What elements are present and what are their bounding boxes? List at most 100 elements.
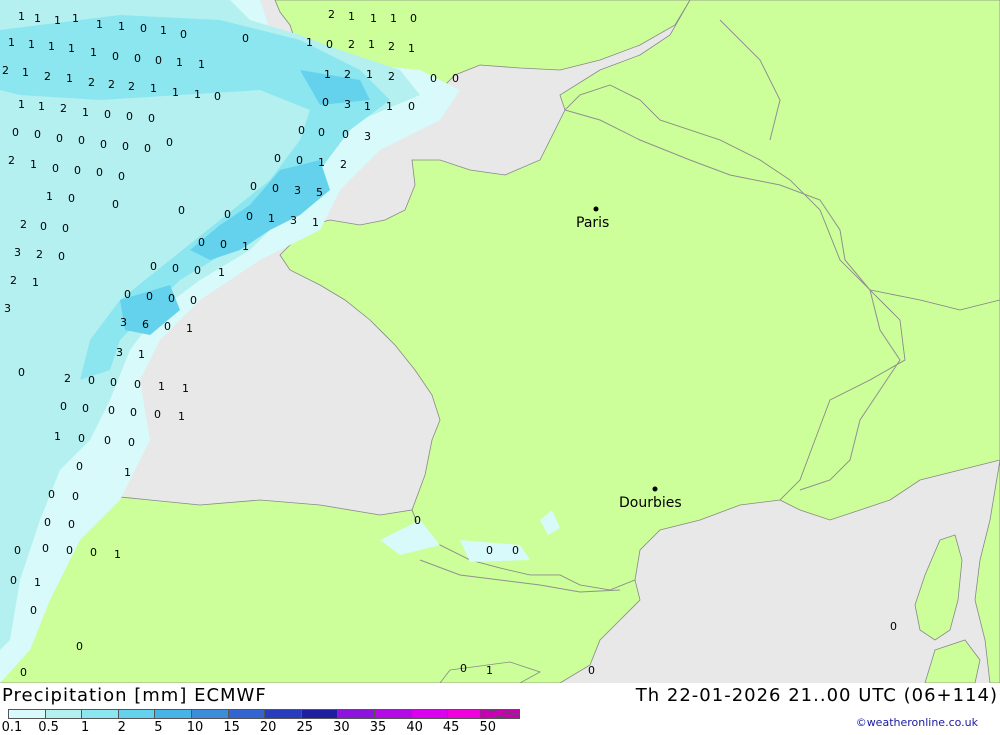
precip-value-label: 1 [124, 466, 131, 479]
legend-swatch [81, 709, 118, 719]
precip-value-label: 0 [52, 162, 59, 175]
precip-value-label: 0 [486, 544, 493, 557]
precip-value-label: 2 [340, 158, 347, 171]
precip-value-label: 0 [180, 28, 187, 41]
precipitation-legend: 0.1 0.5 1 2 5 10 15 20 25 30 35 40 45 50 [2, 709, 521, 735]
precip-value-label: 0 [460, 662, 467, 675]
legend-swatch [117, 709, 155, 719]
precip-value-label: 0 [414, 514, 421, 527]
legend-swatch [190, 709, 228, 719]
precip-value-label: 0 [124, 288, 131, 301]
precip-value-label: 1 [366, 68, 373, 81]
precip-value-label: 0 [140, 22, 147, 35]
precip-value-label: 0 [154, 408, 161, 421]
precip-value-label: 2 [60, 102, 67, 115]
precip-value-label: 0 [66, 544, 73, 557]
precip-value-label: 0 [68, 518, 75, 531]
precip-value-label: 0 [246, 210, 253, 223]
precip-value-label: 2 [36, 248, 43, 261]
precip-value-label: 0 [104, 108, 111, 121]
precip-value-label: 0 [134, 378, 141, 391]
precip-value-label: 0 [96, 166, 103, 179]
precip-value-label: 1 [368, 38, 375, 51]
credit-link[interactable]: ©weatheronline.co.uk [856, 716, 978, 729]
precip-value-label: 2 [328, 8, 335, 21]
precip-value-label: 1 [118, 20, 125, 33]
precip-value-label: 1 [364, 100, 371, 113]
precip-value-label: 0 [178, 204, 185, 217]
precip-value-label: 0 [130, 406, 137, 419]
precip-value-label: 2 [8, 154, 15, 167]
precip-value-label: 0 [90, 546, 97, 559]
precip-value-label: 0 [326, 38, 333, 51]
precip-value-label: 3 [364, 130, 371, 143]
precip-value-label: 1 [48, 40, 55, 53]
precip-value-label: 1 [312, 216, 319, 229]
precip-value-label: 1 [386, 100, 393, 113]
precip-value-label: 3 [116, 346, 123, 359]
precip-value-label: 0 [274, 152, 281, 165]
precip-value-label: 0 [12, 126, 19, 139]
precip-value-label: 0 [74, 164, 81, 177]
precip-value-label: 0 [134, 52, 141, 65]
precip-value-label: 1 [22, 66, 29, 79]
precip-value-label: 1 [8, 36, 15, 49]
precip-value-label: 0 [76, 640, 83, 653]
precip-value-label: 3 [4, 302, 11, 315]
dourbies-label: Dourbies [619, 495, 682, 511]
precip-value-label: 2 [2, 64, 9, 77]
precip-value-label: 2 [388, 70, 395, 83]
precip-value-label: 1 [194, 88, 201, 101]
precip-value-label: 0 [190, 294, 197, 307]
paris-label: Paris [576, 215, 609, 231]
precip-value-label: 0 [512, 544, 519, 557]
precip-value-label: 1 [408, 42, 415, 55]
precip-value-label: 2 [64, 372, 71, 385]
precip-value-label: 0 [118, 170, 125, 183]
precip-value-label: 0 [322, 96, 329, 109]
precip-value-label: 3 [290, 214, 297, 227]
precip-value-label: 0 [214, 90, 221, 103]
dourbies-marker [652, 486, 658, 492]
legend-labels: 0.1 0.5 1 2 5 10 15 20 25 30 35 40 45 50 [2, 719, 520, 735]
precip-value-label: 0 [298, 124, 305, 137]
precip-value-label: 1 [90, 46, 97, 59]
precip-value-label: 2 [10, 274, 17, 287]
precip-value-label: 0 [250, 180, 257, 193]
legend-swatch [8, 709, 45, 719]
precip-value-label: 0 [128, 436, 135, 449]
precip-value-label: 0 [150, 260, 157, 273]
precip-value-label: 0 [44, 516, 51, 529]
precip-value-label: 0 [10, 574, 17, 587]
precip-value-label: 1 [158, 380, 165, 393]
precip-value-label: 1 [486, 664, 493, 677]
precip-value-label: 1 [18, 98, 25, 111]
precip-value-label: 0 [112, 50, 119, 63]
precip-value-label: 0 [72, 490, 79, 503]
precip-value-label: 0 [148, 112, 155, 125]
precip-value-label: 2 [108, 78, 115, 91]
precip-value-label: 1 [54, 14, 61, 27]
precip-value-label: 6 [142, 318, 149, 331]
precip-value-label: 0 [588, 664, 595, 677]
weather-map-page: 1111110102111011111000111021210212122211… [0, 0, 1000, 735]
precip-value-label: 0 [296, 154, 303, 167]
precip-value-label: 0 [110, 376, 117, 389]
precip-value-label: 1 [390, 12, 397, 25]
precip-value-label: 2 [344, 68, 351, 81]
precip-value-label: 1 [198, 58, 205, 71]
precip-value-label: 2 [44, 70, 51, 83]
legend-color-bar [8, 709, 521, 719]
precip-value-label: 1 [160, 24, 167, 37]
precip-value-label: 0 [58, 250, 65, 263]
precip-value-label: 1 [172, 86, 179, 99]
precip-value-label: 2 [388, 40, 395, 53]
precip-value-label: 0 [452, 72, 459, 85]
forecast-datetime: Th 22-01-2026 21..00 UTC (06+114) [635, 685, 998, 706]
precip-value-label: 0 [168, 292, 175, 305]
precip-value-label: 1 [72, 12, 79, 25]
precip-value-label: 1 [34, 576, 41, 589]
precip-value-label: 0 [68, 192, 75, 205]
precip-value-label: 1 [18, 10, 25, 23]
precip-value-label: 1 [66, 72, 73, 85]
